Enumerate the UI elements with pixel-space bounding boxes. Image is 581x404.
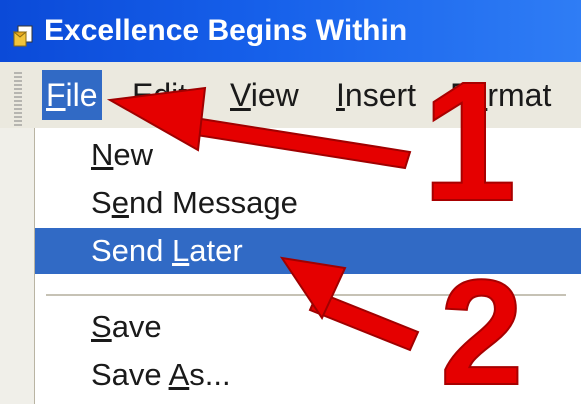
menu-separator — [46, 294, 566, 296]
menu-item-send-message-mnemonic: e — [111, 185, 129, 220]
menu-item-send-message[interactable]: Send Message — [35, 180, 581, 226]
menu-view-mnemonic: V — [230, 77, 251, 113]
menu-file-rest: ile — [65, 77, 98, 113]
menu-item-send-message-pre: S — [91, 185, 112, 220]
file-menu-dropdown: New Send Message Send Later Save Save As… — [34, 128, 581, 404]
menu-edit-mnemonic: E — [132, 77, 154, 113]
menu-file[interactable]: File — [42, 70, 102, 120]
menu-file-mnemonic: F — [46, 77, 66, 113]
menu-item-new[interactable]: New — [35, 132, 581, 178]
menu-insert-rest: nsert — [344, 77, 417, 113]
menu-item-new-mnemonic: N — [91, 137, 114, 172]
window-title-bar: Excellence Begins Within — [0, 0, 581, 62]
menu-item-save-as-mnemonic: A — [168, 357, 190, 392]
menu-item-send-later[interactable]: Send Later — [35, 228, 581, 274]
menu-item-send-later-post: ater — [189, 233, 243, 268]
menu-item-send-later-pre: Send — [91, 233, 173, 268]
app-icon — [12, 25, 33, 47]
menu-edit[interactable]: Edit — [128, 70, 191, 120]
menu-item-save-as-pre: Save — [91, 357, 169, 392]
menu-item-send-message-post: nd Message — [128, 185, 298, 220]
menu-item-save-post: ave — [111, 309, 162, 344]
menu-format-prefix: F — [450, 77, 470, 113]
menu-insert-mnemonic: I — [336, 77, 345, 113]
menu-item-save-mnemonic: S — [91, 309, 112, 344]
menu-item-save-as[interactable]: Save As... — [35, 352, 581, 398]
menu-format-mnemonic: o — [469, 77, 488, 113]
menu-item-save-as-post: s... — [189, 357, 231, 392]
menu-edit-rest: dit — [153, 77, 188, 113]
menu-item-new-post: ew — [113, 137, 154, 172]
menu-insert[interactable]: Insert — [332, 70, 420, 120]
menu-view[interactable]: View — [226, 70, 303, 120]
menu-format-rest: rmat — [487, 77, 552, 113]
menu-view-rest: iew — [250, 77, 299, 113]
menu-format[interactable]: Format — [446, 70, 555, 120]
menu-item-save[interactable]: Save — [35, 304, 581, 350]
window-title: Excellence Begins Within — [44, 14, 408, 47]
left-pane-edge — [0, 128, 34, 404]
menu-item-send-later-mnemonic: L — [172, 233, 190, 268]
